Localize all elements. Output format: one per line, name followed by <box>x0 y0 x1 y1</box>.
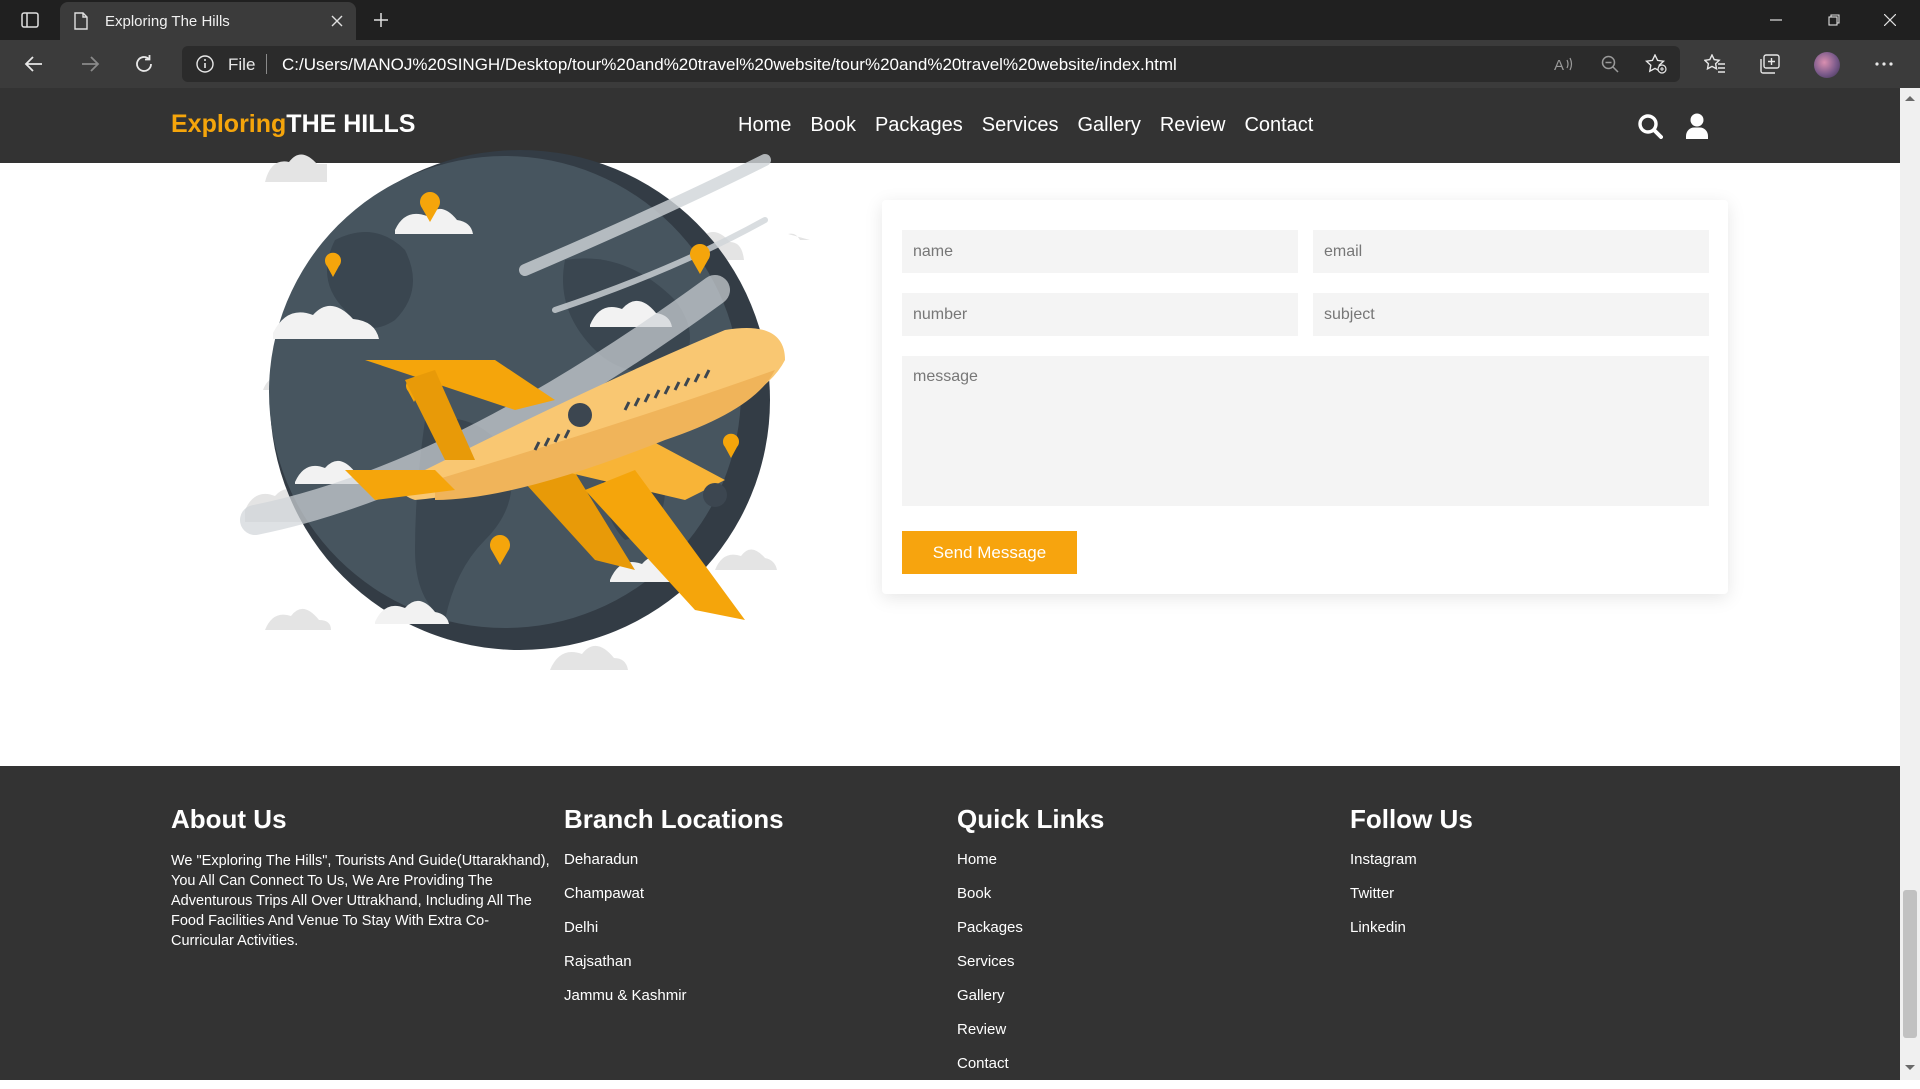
logo-accent-text: Exploring <box>171 110 287 138</box>
quick-link-gallery[interactable]: Gallery <box>957 987 1104 1021</box>
back-icon[interactable] <box>18 50 50 78</box>
email-input[interactable] <box>1313 230 1709 273</box>
search-icon[interactable] <box>1636 112 1664 140</box>
profile-avatar[interactable] <box>1814 52 1840 78</box>
new-tab-icon[interactable] <box>368 8 394 32</box>
quick-link-review[interactable]: Review <box>957 1021 1104 1055</box>
nav-book[interactable]: Book <box>810 114 856 137</box>
close-window-icon[interactable] <box>1872 6 1908 34</box>
tab-title: Exploring The Hills <box>105 13 230 30</box>
close-tab-icon[interactable] <box>328 12 346 30</box>
tab-actions-icon[interactable] <box>16 8 44 32</box>
site-footer: About Us We "Exploring The Hills", Touri… <box>0 766 1900 1080</box>
scroll-up-icon[interactable] <box>1904 94 1916 102</box>
name-input[interactable] <box>902 230 1298 273</box>
address-toolbar: File C:/Users/MANOJ%20SINGH/Desktop/tour… <box>0 40 1920 88</box>
globe-airplane-illustration <box>240 150 810 670</box>
site-logo[interactable]: ExploringTHE HILLS <box>171 110 415 139</box>
branch-item[interactable]: Jammu & Kashmir <box>564 987 784 1021</box>
browser-tab-strip: Exploring The Hills <box>0 0 1920 40</box>
branch-item[interactable]: Rajsathan <box>564 953 784 987</box>
message-textarea[interactable] <box>902 356 1709 506</box>
nav-gallery[interactable]: Gallery <box>1078 114 1141 137</box>
scroll-down-icon[interactable] <box>1904 1064 1916 1072</box>
nav-packages[interactable]: Packages <box>875 114 963 137</box>
send-message-button[interactable]: Send Message <box>902 531 1077 574</box>
zoom-out-icon[interactable] <box>1596 52 1624 76</box>
quick-link-home[interactable]: Home <box>957 851 1104 885</box>
user-icon[interactable] <box>1683 112 1711 140</box>
quick-link-packages[interactable]: Packages <box>957 919 1104 953</box>
social-link-instagram[interactable]: Instagram <box>1350 851 1473 885</box>
footer-quick-links: Quick Links Home Book Packages Services … <box>957 804 1104 1089</box>
contact-form: Send Message <box>882 200 1728 594</box>
nav-review[interactable]: Review <box>1160 114 1226 137</box>
footer-branches-title: Branch Locations <box>564 804 784 834</box>
url-separator <box>266 54 267 74</box>
info-icon[interactable] <box>196 55 214 78</box>
social-link-linkedin[interactable]: Linkedin <box>1350 919 1473 953</box>
main-nav: Home Book Packages Services Gallery Revi… <box>738 114 1313 137</box>
favorites-icon[interactable] <box>1699 50 1731 78</box>
address-bar[interactable]: File C:/Users/MANOJ%20SINGH/Desktop/tour… <box>182 46 1680 82</box>
file-scheme-label: File <box>228 55 256 74</box>
nav-services[interactable]: Services <box>982 114 1059 137</box>
number-input[interactable] <box>902 293 1298 336</box>
favorite-add-icon[interactable] <box>1642 52 1670 76</box>
branch-item[interactable]: Deharadun <box>564 851 784 885</box>
footer-follow: Follow Us Instagram Twitter Linkedin <box>1350 804 1473 953</box>
footer-follow-title: Follow Us <box>1350 804 1473 834</box>
subject-input[interactable] <box>1313 293 1709 336</box>
minimize-icon[interactable] <box>1758 6 1794 34</box>
scrollbar-thumb[interactable] <box>1903 890 1917 1038</box>
more-menu-icon[interactable] <box>1868 50 1900 78</box>
nav-contact[interactable]: Contact <box>1244 114 1313 137</box>
footer-about: About Us We "Exploring The Hills", Touri… <box>171 804 551 951</box>
logo-main-text: THE HILLS <box>286 110 416 138</box>
browser-tab[interactable]: Exploring The Hills <box>60 2 356 40</box>
forward-icon[interactable] <box>74 50 106 78</box>
quick-link-contact[interactable]: Contact <box>957 1055 1104 1089</box>
quick-link-book[interactable]: Book <box>957 885 1104 919</box>
branch-item[interactable]: Champawat <box>564 885 784 919</box>
collections-icon[interactable] <box>1754 50 1786 78</box>
social-link-twitter[interactable]: Twitter <box>1350 885 1473 919</box>
reload-icon[interactable] <box>128 50 160 78</box>
svg-text:A: A <box>1554 57 1564 72</box>
footer-about-text: We "Exploring The Hills", Tourists And G… <box>171 853 550 949</box>
nav-home[interactable]: Home <box>738 114 791 137</box>
footer-branches: Branch Locations Deharadun Champawat Del… <box>564 804 784 1021</box>
restore-icon[interactable] <box>1816 6 1852 34</box>
footer-quick-links-title: Quick Links <box>957 804 1105 834</box>
branch-item[interactable]: Delhi <box>564 919 784 953</box>
read-aloud-icon[interactable]: A <box>1550 52 1578 76</box>
page-icon <box>74 12 88 35</box>
footer-about-title: About Us <box>171 804 287 834</box>
url-text[interactable]: C:/Users/MANOJ%20SINGH/Desktop/tour%20an… <box>282 55 1177 75</box>
quick-link-services[interactable]: Services <box>957 953 1104 987</box>
